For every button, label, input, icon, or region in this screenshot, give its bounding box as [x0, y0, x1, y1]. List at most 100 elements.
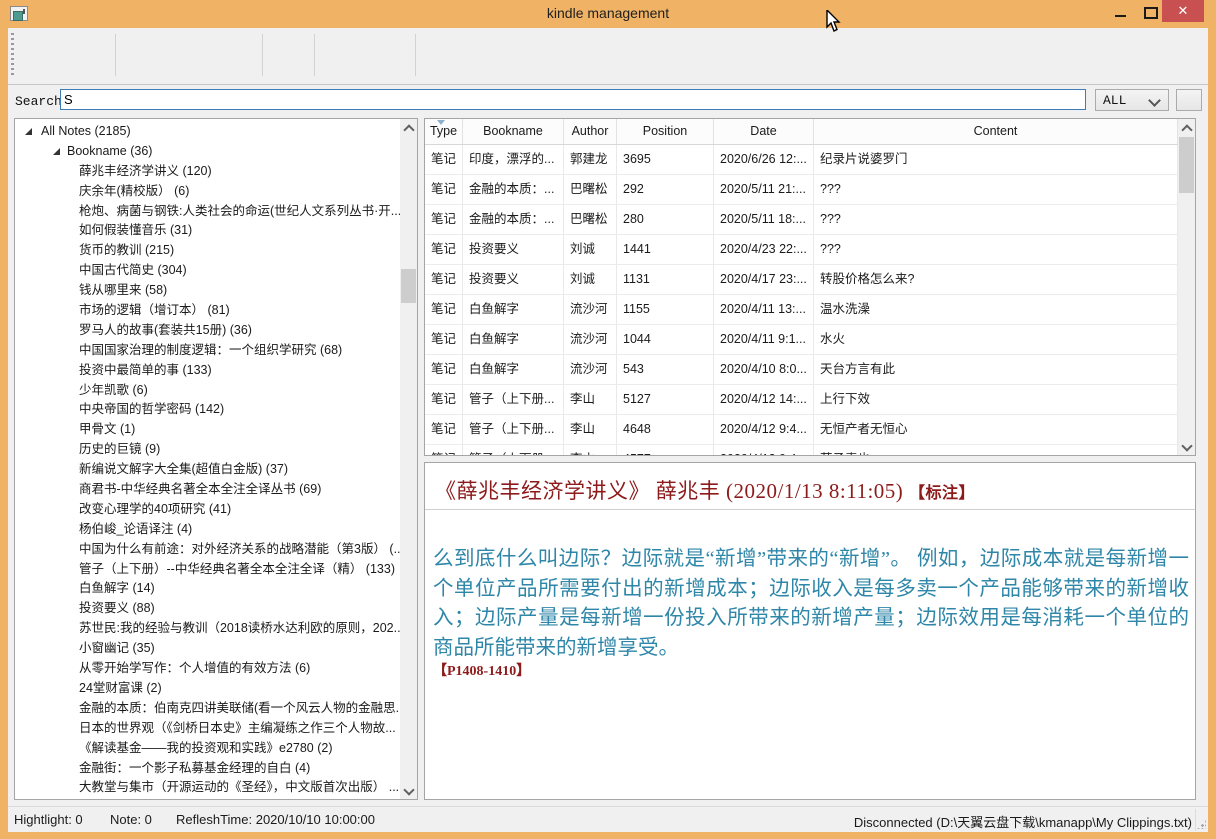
table-row[interactable]: 笔记管子（上下册...李山45772020/4/12 9:4...莫予毒也	[425, 445, 1178, 455]
tree-item-book[interactable]: 新编说文解字大全集(超值白金版) (37)	[15, 460, 400, 480]
column-header-content[interactable]: Content	[814, 119, 1178, 144]
cell-date: 2020/4/11 9:1...	[714, 325, 814, 354]
note-source: 《薛兆丰经济学讲义》 薛兆丰 (2020/1/13 8:11:05)	[435, 479, 909, 503]
table-row[interactable]: 笔记投资要义刘诚14412020/4/23 22:...???	[425, 235, 1178, 265]
title-bar[interactable]: kindle management ✕	[0, 0, 1216, 28]
tree-item-book[interactable]: 小窗幽记 (35)	[15, 639, 400, 659]
tree-item-book[interactable]: 日本的世界观（《剑桥日本史》主编凝练之作三个人物故...	[15, 719, 400, 739]
table-scrollbar[interactable]	[1178, 119, 1195, 455]
tree-item-book[interactable]: 中央帝国的哲学密码 (142)	[15, 400, 400, 420]
scroll-up-button[interactable]	[400, 119, 417, 136]
table-row[interactable]: 笔记印度，漂浮的...郭建龙36952020/6/26 12:...纪录片说婆罗…	[425, 145, 1178, 175]
status-note-count: Note: 0	[110, 812, 152, 827]
scroll-down-button[interactable]	[1178, 438, 1195, 455]
tree-item-book[interactable]: 中国为什么有前途：对外经济关系的战略潜能（第3版） (...	[15, 540, 400, 560]
cell-content: 水火	[814, 325, 1178, 354]
tree-item-book[interactable]: 钱从哪里来 (58)	[15, 281, 400, 301]
cell-author: 巴曙松	[564, 175, 617, 204]
tree-item-all-notes[interactable]: All Notes (2185)	[15, 122, 400, 142]
tree-item-book[interactable]: 白鱼解字 (14)	[15, 579, 400, 599]
cell-content: 纪录片说婆罗门	[814, 145, 1178, 174]
column-header-date[interactable]: Date	[714, 119, 814, 144]
cell-bookname: 白鱼解字	[463, 355, 564, 384]
column-header-author[interactable]: Author	[564, 119, 617, 144]
tree-item-book[interactable]: 市场的逻辑（增订本） (81)	[15, 301, 400, 321]
tree-item-book[interactable]: 薛兆丰经济学讲义 (120)	[15, 162, 400, 182]
table-row[interactable]: 笔记白鱼解字流沙河11552020/4/11 13:...温水洗澡	[425, 295, 1178, 325]
tree-book-list: 薛兆丰经济学讲义 (120)庆余年(精校版） (6)枪炮、病菌与钢铁:人类社会的…	[15, 162, 400, 799]
toolbar-separator	[415, 34, 416, 76]
tree-item-book[interactable]: 金融的本质：伯南克四讲美联储(看一个风云人物的金融思...	[15, 699, 400, 719]
cell-position: 1131	[617, 265, 714, 294]
scrollbar-thumb[interactable]	[401, 269, 416, 303]
scrollbar-thumb[interactable]	[1179, 137, 1194, 193]
tree-item-book[interactable]: 24堂财富课 (2)	[15, 679, 400, 699]
tree-item-book[interactable]: 杨伯峻_论语译注 (4)	[15, 520, 400, 540]
cell-content: ???	[814, 175, 1178, 204]
tree-item-book[interactable]: 中国国家治理的制度逻辑：一个组织学研究 (68)	[15, 341, 400, 361]
tree-item-book[interactable]: 改变心理学的40项研究 (41)	[15, 500, 400, 520]
cell-position: 543	[617, 355, 714, 384]
tree-item-book[interactable]: 中国古代简史 (304)	[15, 261, 400, 281]
tree-item-book[interactable]: 中国历史风云录(陈舜臣作品) (135)	[15, 798, 400, 799]
tree-scrollbar[interactable]	[400, 119, 417, 799]
expander-icon[interactable]	[53, 148, 60, 155]
table-row[interactable]: 笔记管子（上下册...李山51272020/4/12 14:...上行下效	[425, 385, 1178, 415]
column-header-bookname[interactable]: Bookname	[463, 119, 564, 144]
tree-item-book[interactable]: 如何假装懂音乐 (31)	[15, 221, 400, 241]
cell-date: 2020/6/26 12:...	[714, 145, 814, 174]
minimize-icon	[1115, 15, 1126, 17]
filter-dropdown[interactable]: ALL	[1095, 89, 1169, 111]
maximize-button[interactable]	[1135, 0, 1165, 22]
cell-content: 温水洗澡	[814, 295, 1178, 324]
cell-date: 2020/4/12 9:4...	[714, 415, 814, 444]
expander-icon[interactable]	[25, 128, 32, 135]
tree-item-book[interactable]: 罗马人的故事(套装共15册) (36)	[15, 321, 400, 341]
tree-item-book[interactable]: 大教堂与集市（开源运动的《圣经》，中文版首次出版） ...	[15, 778, 400, 798]
table-row[interactable]: 笔记白鱼解字流沙河10442020/4/11 9:1...水火	[425, 325, 1178, 355]
tree-item-book[interactable]: 枪炮、病菌与钢铁:人类社会的命运(世纪人文系列丛书·开...	[15, 202, 400, 222]
cell-author: 刘诚	[564, 265, 617, 294]
column-header-position[interactable]: Position	[617, 119, 714, 144]
cell-bookname: 金融的本质：...	[463, 175, 564, 204]
tree-item-book[interactable]: 少年凯歌 (6)	[15, 381, 400, 401]
table-row[interactable]: 笔记金融的本质：...巴曙松2802020/5/11 18:...???	[425, 205, 1178, 235]
tree-item-book[interactable]: 从零开始学写作：个人增值的有效方法 (6)	[15, 659, 400, 679]
tree-item-book[interactable]: 《解读基金——我的投资观和实践》e2780 (2)	[15, 739, 400, 759]
search-input[interactable]	[60, 89, 1086, 110]
tree-item-book[interactable]: 金融街：一个影子私募基金经理的自白 (4)	[15, 759, 400, 779]
tree-item-book[interactable]: 历史的巨镜 (9)	[15, 440, 400, 460]
scroll-up-button[interactable]	[1178, 119, 1195, 136]
tree-item-book[interactable]: 庆余年(精校版） (6)	[15, 182, 400, 202]
tree-item-book[interactable]: 商君书-中华经典名著全本全注全译丛书 (69)	[15, 480, 400, 500]
chevron-up-icon	[403, 124, 414, 135]
tree-item-book[interactable]: 苏世民:我的经验与教训（2018读桥水达利欧的原则，202...	[15, 619, 400, 639]
cell-bookname: 金融的本质：...	[463, 205, 564, 234]
cell-position: 280	[617, 205, 714, 234]
table-row[interactable]: 笔记金融的本质：...巴曙松2922020/5/11 21:...???	[425, 175, 1178, 205]
minimize-button[interactable]	[1105, 0, 1135, 22]
cell-type: 笔记	[425, 265, 463, 294]
search-extra-button[interactable]	[1176, 89, 1202, 111]
note-text: 么到底什么叫边际？边际就是“新增”带来的“新增”。 例如，边际成本就是每新增一个…	[433, 548, 1189, 659]
table-row[interactable]: 笔记管子（上下册...李山46482020/4/12 9:4...无恒产者无恒心	[425, 415, 1178, 445]
tree-item-book[interactable]: 货币的教训 (215)	[15, 241, 400, 261]
tree-item-bookname[interactable]: Bookname (36)	[15, 142, 400, 162]
scroll-down-button[interactable]	[400, 782, 417, 799]
resize-grip[interactable]	[1197, 820, 1206, 829]
cell-content: 天台方言有此	[814, 355, 1178, 384]
toolbar-gripper[interactable]	[11, 33, 14, 78]
cell-author: 刘诚	[564, 235, 617, 264]
maximize-icon	[1144, 7, 1158, 19]
table-row[interactable]: 笔记白鱼解字流沙河5432020/4/10 8:0...天台方言有此	[425, 355, 1178, 385]
filter-selected-value: ALL	[1103, 93, 1126, 108]
cell-type: 笔记	[425, 355, 463, 384]
cell-content: ???	[814, 205, 1178, 234]
tree-item-book[interactable]: 管子（上下册）--中华经典名著全本全注全译（精） (133)	[15, 560, 400, 580]
tree-item-book[interactable]: 投资要义 (88)	[15, 599, 400, 619]
tree-item-book[interactable]: 甲骨文 (1)	[15, 420, 400, 440]
tree-item-book[interactable]: 投资中最简单的事 (133)	[15, 361, 400, 381]
close-button[interactable]: ✕	[1162, 0, 1204, 22]
table-row[interactable]: 笔记投资要义刘诚11312020/4/17 23:...转股价格怎么来?	[425, 265, 1178, 295]
cell-position: 1155	[617, 295, 714, 324]
